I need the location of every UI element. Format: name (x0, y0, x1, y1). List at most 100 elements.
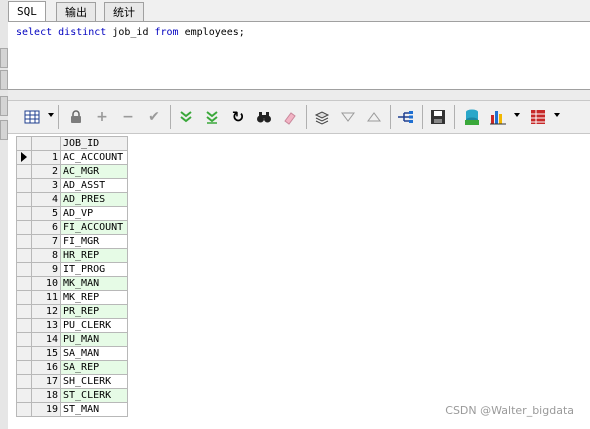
row-number[interactable]: 10 (31, 276, 61, 291)
table-row[interactable]: 3 AD_ASST (16, 178, 128, 193)
cell-job-id[interactable]: ST_MAN (60, 402, 128, 417)
cell-job-id[interactable]: MK_REP (60, 290, 128, 305)
table-row[interactable]: 10 MK_MAN (16, 276, 128, 291)
sql-text[interactable]: select distinct job_id from employees; (16, 27, 245, 38)
row-indicator[interactable] (16, 178, 32, 193)
row-number[interactable]: 5 (31, 206, 61, 221)
cell-job-id[interactable]: MK_MAN (60, 276, 128, 291)
clear-icon[interactable] (280, 107, 300, 127)
cell-job-id[interactable]: SH_CLERK (60, 374, 128, 389)
table-row[interactable]: 14 PU_MAN (16, 332, 128, 347)
row-number[interactable]: 13 (31, 318, 61, 333)
cell-job-id[interactable]: FI_ACCOUNT (60, 220, 128, 235)
table-row[interactable]: 5 AD_VP (16, 206, 128, 221)
row-number[interactable]: 18 (31, 388, 61, 403)
query-by-example-icon[interactable] (312, 107, 332, 127)
table-row[interactable]: 11 MK_REP (16, 290, 128, 305)
gutter-handle[interactable] (0, 120, 8, 140)
post-check-icon[interactable]: ✔ (144, 107, 164, 127)
add-record-icon[interactable]: + (92, 107, 112, 127)
table-row[interactable]: 6 FI_ACCOUNT (16, 220, 128, 235)
row-indicator[interactable] (16, 346, 32, 361)
row-number[interactable]: 2 (31, 164, 61, 179)
row-number[interactable]: 19 (31, 402, 61, 417)
row-indicator[interactable] (16, 402, 32, 417)
row-indicator[interactable] (16, 220, 32, 235)
tab-output[interactable]: 输出 (56, 2, 96, 22)
cell-job-id[interactable]: SA_REP (60, 360, 128, 375)
grid-view-icon[interactable] (22, 107, 42, 127)
fetch-last-icon[interactable] (202, 107, 222, 127)
row-indicator[interactable] (16, 248, 32, 263)
cell-job-id[interactable]: AD_VP (60, 206, 128, 221)
table-row[interactable]: 16 SA_REP (16, 360, 128, 375)
row-number[interactable]: 14 (31, 332, 61, 347)
filter-down-icon[interactable] (338, 107, 358, 127)
table-row[interactable]: 17 SH_CLERK (16, 374, 128, 389)
row-indicator[interactable] (16, 206, 32, 221)
cell-job-id[interactable]: ST_CLERK (60, 388, 128, 403)
table-row[interactable]: 19 ST_MAN (16, 402, 128, 417)
table-row[interactable]: 12 PR_REP (16, 304, 128, 319)
row-number[interactable]: 6 (31, 220, 61, 235)
cell-job-id[interactable]: AC_ACCOUNT (60, 150, 128, 165)
cell-job-id[interactable]: PU_MAN (60, 332, 128, 347)
gutter-handle[interactable] (0, 48, 8, 68)
table-row[interactable]: 4 AD_PRES (16, 192, 128, 207)
row-indicator[interactable] (16, 332, 32, 347)
row-indicator[interactable] (16, 262, 32, 277)
grid-corner[interactable] (31, 136, 61, 151)
row-indicator[interactable] (16, 234, 32, 249)
row-number[interactable]: 9 (31, 262, 61, 277)
row-number[interactable]: 4 (31, 192, 61, 207)
tab-statistics[interactable]: 统计 (104, 2, 144, 22)
row-number[interactable]: 12 (31, 304, 61, 319)
tab-sql[interactable]: SQL (8, 1, 46, 23)
sql-editor[interactable]: select distinct job_id from employees; (8, 22, 590, 90)
chart-icon[interactable] (488, 107, 508, 127)
table-row[interactable]: 7 FI_MGR (16, 234, 128, 249)
row-number[interactable]: 15 (31, 346, 61, 361)
cell-job-id[interactable]: IT_PROG (60, 262, 128, 277)
gutter-handle[interactable] (0, 70, 8, 90)
row-number[interactable]: 11 (31, 290, 61, 305)
row-indicator[interactable] (16, 276, 32, 291)
row-number[interactable]: 7 (31, 234, 61, 249)
cell-job-id[interactable]: FI_MGR (60, 234, 128, 249)
cell-job-id[interactable]: AC_MGR (60, 164, 128, 179)
row-indicator[interactable] (16, 192, 32, 207)
find-icon[interactable] (254, 107, 274, 127)
cell-job-id[interactable]: PU_CLERK (60, 318, 128, 333)
link-icon[interactable] (396, 107, 416, 127)
filter-up-icon[interactable] (364, 107, 384, 127)
pane-splitter[interactable] (8, 90, 590, 101)
chevron-down-icon[interactable] (514, 113, 520, 117)
grid-corner[interactable] (16, 136, 32, 151)
fetch-next-icon[interactable] (176, 107, 196, 127)
row-number[interactable]: 3 (31, 178, 61, 193)
row-indicator[interactable] (16, 290, 32, 305)
row-indicator[interactable] (16, 150, 32, 165)
row-indicator[interactable] (16, 304, 32, 319)
row-indicator[interactable] (16, 360, 32, 375)
row-number[interactable]: 8 (31, 248, 61, 263)
gutter-handle[interactable] (0, 96, 8, 116)
table-row[interactable]: 18 ST_CLERK (16, 388, 128, 403)
column-header-job-id[interactable]: JOB_ID (60, 136, 128, 151)
table-row[interactable]: 1 AC_ACCOUNT (16, 150, 128, 165)
row-number[interactable]: 16 (31, 360, 61, 375)
row-number[interactable]: 1 (31, 150, 61, 165)
table-row[interactable]: 13 PU_CLERK (16, 318, 128, 333)
chevron-down-icon[interactable] (554, 113, 560, 117)
chevron-down-icon[interactable] (48, 113, 54, 117)
refresh-icon[interactable]: ↻ (228, 107, 248, 127)
export-icon[interactable] (462, 107, 482, 127)
save-icon[interactable] (428, 107, 448, 127)
report-icon[interactable] (528, 107, 548, 127)
cell-job-id[interactable]: AD_ASST (60, 178, 128, 193)
row-number[interactable]: 17 (31, 374, 61, 389)
cell-job-id[interactable]: HR_REP (60, 248, 128, 263)
table-row[interactable]: 15 SA_MAN (16, 346, 128, 361)
table-row[interactable]: 8 HR_REP (16, 248, 128, 263)
row-indicator[interactable] (16, 318, 32, 333)
